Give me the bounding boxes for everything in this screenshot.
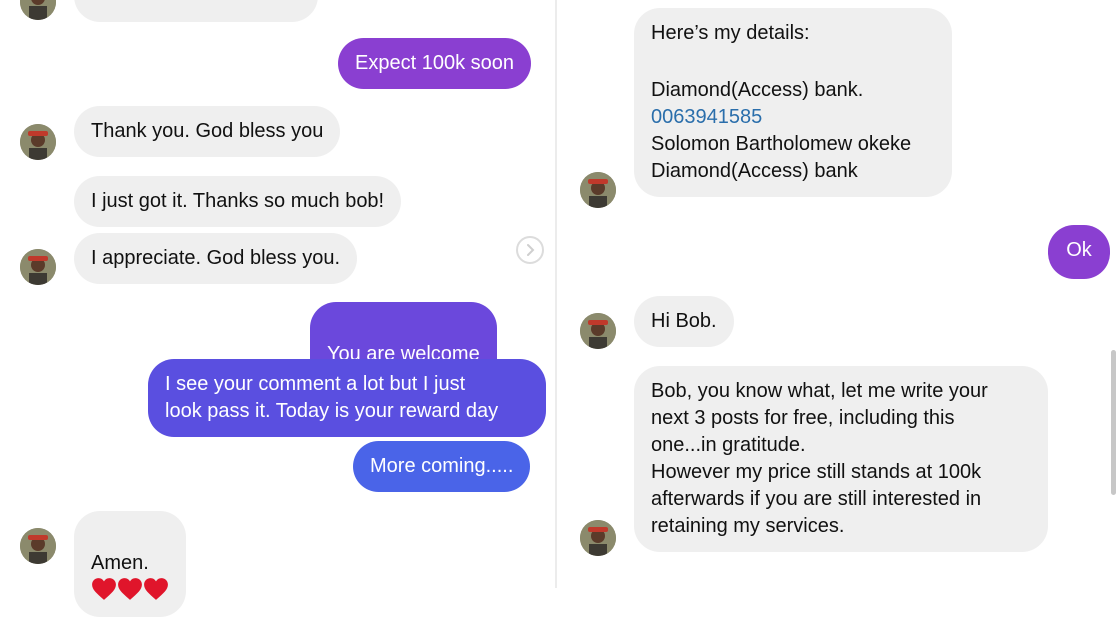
- chevron-right-icon: [527, 244, 535, 256]
- incoming-message[interactable]: Amen.: [74, 511, 186, 617]
- bank-name: Diamond(Access) bank: [651, 160, 858, 182]
- scrollbar-thumb[interactable]: [1111, 350, 1116, 495]
- red-heart-icon: [118, 578, 142, 600]
- incoming-message[interactable]: Bob, you know what, let me write your ne…: [634, 366, 1048, 552]
- outgoing-message[interactable]: I see your comment a lot but I just look…: [148, 359, 546, 437]
- contact-avatar[interactable]: [20, 528, 56, 564]
- pane-divider: [555, 0, 557, 588]
- contact-avatar[interactable]: [580, 520, 616, 556]
- cropped-incoming-bubble[interactable]: [74, 0, 318, 22]
- outgoing-message[interactable]: Expect 100k soon: [338, 38, 531, 89]
- outgoing-message[interactable]: Ok: [1048, 225, 1110, 279]
- contact-avatar[interactable]: [20, 124, 56, 160]
- contact-avatar[interactable]: [20, 249, 56, 285]
- share-button[interactable]: [516, 236, 544, 264]
- left-chat-thread: Expect 100k soon Thank you. God bless yo…: [0, 0, 555, 617]
- details-intro: Here’s my details:: [651, 22, 810, 44]
- incoming-message[interactable]: Hi Bob.: [634, 296, 734, 347]
- account-number-link[interactable]: 0063941585: [651, 104, 935, 131]
- red-heart-icon: [92, 578, 116, 600]
- message-text: Amen.: [91, 552, 149, 574]
- contact-avatar[interactable]: [580, 313, 616, 349]
- contact-avatar[interactable]: [580, 172, 616, 208]
- bank-name: Diamond(Access) bank.: [651, 79, 864, 101]
- account-name: Solomon Bartholomew okeke: [651, 133, 912, 155]
- incoming-message[interactable]: Thank you. God bless you: [74, 106, 341, 157]
- incoming-message-bank-details[interactable]: Here’s my details: Diamond(Access) bank.…: [634, 8, 952, 197]
- right-chat-thread: Here’s my details: Diamond(Access) bank.…: [558, 0, 1120, 588]
- incoming-message[interactable]: I just got it. Thanks so much bob!: [74, 176, 402, 227]
- contact-avatar[interactable]: [20, 0, 56, 20]
- outgoing-message[interactable]: More coming.....: [353, 441, 531, 492]
- incoming-message[interactable]: I appreciate. God bless you.: [74, 233, 358, 284]
- red-heart-icon: [144, 578, 168, 600]
